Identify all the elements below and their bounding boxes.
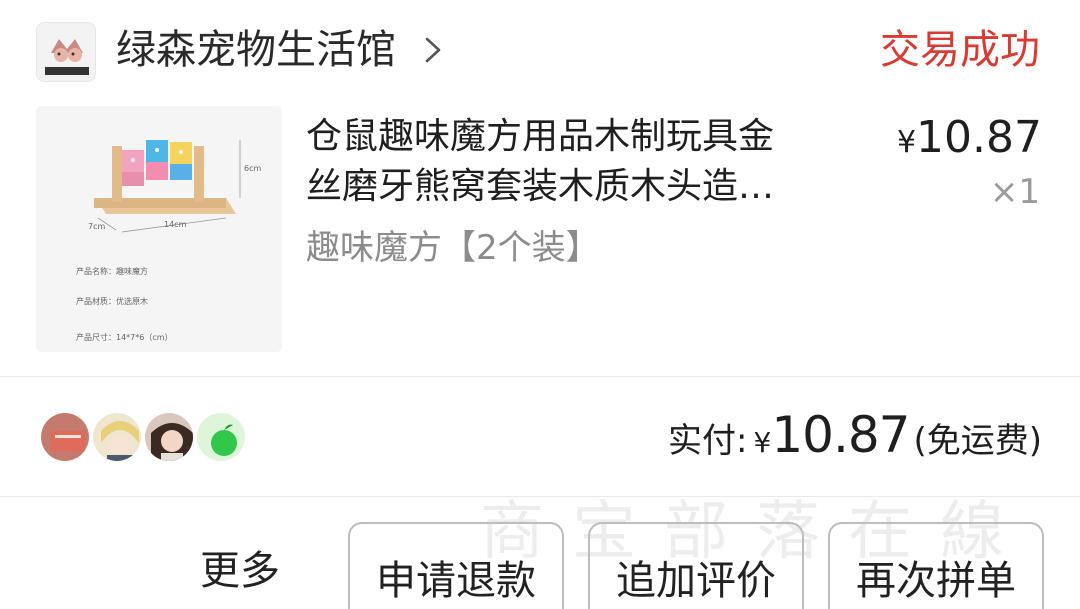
thumb-spec-size: 产品尺寸：14*7*6（cm）	[76, 333, 173, 342]
thumb-dim-height: 6cm	[244, 164, 262, 173]
add-review-button[interactable]: 追加评价	[588, 522, 804, 609]
shop-name[interactable]: 绿森宠物生活馆	[116, 24, 396, 76]
more-button[interactable]: 更多	[200, 546, 280, 596]
refund-button[interactable]: 申请退款	[348, 522, 564, 609]
thumb-dim-length: 14cm	[164, 220, 187, 229]
divider	[0, 376, 1080, 377]
paid-currency: ¥	[753, 426, 772, 459]
avatar	[38, 410, 92, 464]
product-quantity: ×1	[989, 172, 1040, 212]
product-title[interactable]: 仓鼠趣味魔方用品木制玩具金 丝磨牙熊窝套装木质木头造…	[306, 112, 858, 212]
paid-label: 实付:	[668, 421, 748, 461]
thumb-dim-width: 7cm	[88, 222, 106, 231]
avatar	[194, 410, 248, 464]
product-title-line1: 仓鼠趣味魔方用品木制玩具金	[306, 116, 775, 157]
regroup-button[interactable]: 再次拼单	[828, 522, 1044, 609]
product-price: ¥10.87	[897, 112, 1042, 169]
product-variant: 趣味魔方【2个装】	[306, 228, 600, 268]
product-title-line2: 丝磨牙熊窝套装木质木头造…	[306, 166, 775, 207]
shop-logo-image	[37, 23, 95, 81]
product-thumbnail[interactable]: 6cm 14cm 7cm 产品名称：趣味魔方 产品材质：优选原木 产品尺寸：14…	[36, 106, 282, 352]
thumb-spec-name: 产品名称：趣味魔方	[76, 267, 148, 276]
paid-amount: 10.87	[771, 406, 910, 464]
shipping-note: (免运费)	[913, 421, 1042, 461]
divider	[0, 496, 1080, 497]
shop-logo[interactable]	[36, 22, 96, 82]
thumb-spec-material: 产品材质：优选原木	[76, 297, 148, 306]
avatar	[90, 410, 144, 464]
price-value: 10.87	[916, 112, 1042, 163]
paid-summary: 实付: ¥ 10.87 (免运费)	[668, 406, 1042, 466]
shop-header: 绿森宠物生活馆 交易成功	[0, 0, 1080, 100]
avatar	[142, 410, 196, 464]
order-status: 交易成功	[880, 27, 1040, 73]
price-currency: ¥	[896, 125, 917, 160]
product-image	[36, 106, 282, 352]
chevron-right-icon[interactable]	[422, 36, 444, 64]
